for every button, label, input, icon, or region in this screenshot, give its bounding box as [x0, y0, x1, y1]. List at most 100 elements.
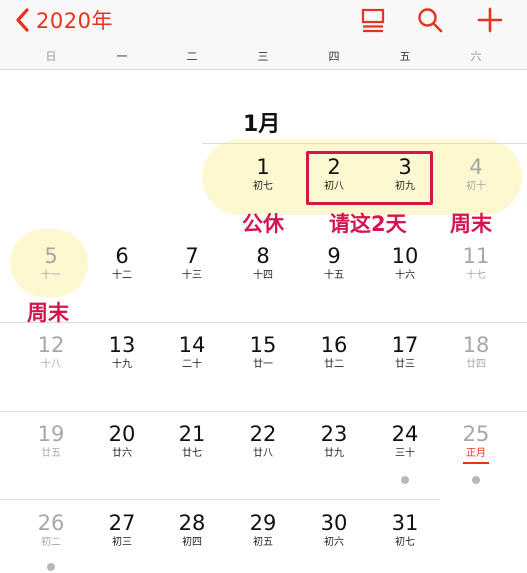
- day-number: 27: [108, 511, 136, 535]
- lunar-date: 十四: [253, 270, 273, 281]
- lunar-date: 廿五: [41, 448, 61, 459]
- lunar-date: 十二: [112, 270, 132, 281]
- lunar-date: 廿一: [253, 359, 273, 370]
- search-icon[interactable]: [416, 6, 444, 34]
- day-number: 18: [462, 333, 490, 357]
- day-cell-17[interactable]: 17 廿三: [377, 333, 433, 372]
- week-separator: [202, 143, 527, 144]
- day-number: 26: [37, 511, 65, 535]
- day-cell-27[interactable]: 27 初三: [94, 511, 150, 550]
- day-number: 9: [327, 244, 341, 268]
- day-cell-14[interactable]: 14 二十: [164, 333, 220, 372]
- day-number: 8: [256, 244, 270, 268]
- day-cell-13[interactable]: 13 十九: [94, 333, 150, 372]
- event-dot: [47, 563, 55, 571]
- day-cell-28[interactable]: 28 初四: [164, 511, 220, 550]
- lunar-date: 廿三: [395, 359, 415, 370]
- day-number: 15: [249, 333, 277, 357]
- day-number: 25: [462, 422, 490, 446]
- day-cell-30[interactable]: 30 初六: [306, 511, 362, 550]
- weekday-label: 六: [470, 50, 482, 63]
- note-weekend: 周末: [450, 212, 492, 236]
- day-number: 14: [178, 333, 206, 357]
- day-number: 21: [178, 422, 206, 446]
- lunar-date: 初八: [324, 181, 344, 192]
- back-to-year-button[interactable]: 2020年: [12, 6, 113, 34]
- lunar-date: 初七: [395, 537, 415, 548]
- holiday-underline: [463, 462, 489, 464]
- week-separator: [0, 411, 527, 412]
- day-number: 19: [37, 422, 65, 446]
- lunar-date: 廿七: [182, 448, 202, 459]
- day-cell-29[interactable]: 29 初五: [235, 511, 291, 550]
- day-number: 1: [256, 155, 270, 179]
- day-cell-25[interactable]: 25 正月: [448, 422, 504, 464]
- lunar-date: 初五: [253, 537, 273, 548]
- day-cell-22[interactable]: 22 廿八: [235, 422, 291, 461]
- lunar-date: 初九: [395, 181, 415, 192]
- day-cell-20[interactable]: 20 廿六: [94, 422, 150, 461]
- day-cell-5[interactable]: 5 十一: [23, 244, 79, 283]
- day-number: 22: [249, 422, 277, 446]
- lunar-date: 三十: [395, 448, 415, 459]
- calendar-header: 2020年 日 一 二 三 四 五 六: [0, 0, 527, 70]
- lunar-date: 初三: [112, 537, 132, 548]
- day-number: 16: [320, 333, 348, 357]
- day-number: 23: [320, 422, 348, 446]
- day-cell-15[interactable]: 15 廿一: [235, 333, 291, 372]
- back-chevron-icon: [16, 8, 29, 32]
- day-cell-21[interactable]: 21 廿七: [164, 422, 220, 461]
- lunar-date: 初四: [182, 537, 202, 548]
- day-number: 2: [327, 155, 341, 179]
- day-cell-11[interactable]: 11 十七: [448, 244, 504, 283]
- day-number: 17: [391, 333, 419, 357]
- day-cell-9[interactable]: 9 十五: [306, 244, 362, 283]
- day-number: 24: [391, 422, 419, 446]
- weekday-label: 一: [116, 50, 128, 63]
- lunar-date: 廿四: [466, 359, 486, 370]
- day-cell-31[interactable]: 31 初七: [377, 511, 433, 550]
- day-cell-3[interactable]: 3 初九: [377, 155, 433, 194]
- day-cell-10[interactable]: 10 十六: [377, 244, 433, 283]
- day-cell-26[interactable]: 26 初二: [23, 511, 79, 550]
- weekday-label: 五: [399, 50, 411, 63]
- day-number: 20: [108, 422, 136, 446]
- weekday-label: 四: [328, 50, 340, 63]
- day-cell-12[interactable]: 12 十八: [23, 333, 79, 372]
- lunar-date: 正月: [466, 448, 486, 459]
- day-cell-19[interactable]: 19 廿五: [23, 422, 79, 461]
- day-cell-6[interactable]: 6 十二: [94, 244, 150, 283]
- note-weekend: 周末: [27, 301, 69, 325]
- lunar-date: 十六: [395, 270, 415, 281]
- day-number: 4: [469, 155, 483, 179]
- day-number: 11: [462, 244, 490, 268]
- event-dot: [472, 476, 480, 484]
- day-number: 29: [249, 511, 277, 535]
- lunar-date: 廿六: [112, 448, 132, 459]
- note-take-leave: 请这2天: [329, 212, 407, 236]
- day-cell-1[interactable]: 1 初七: [235, 155, 291, 194]
- add-icon[interactable]: [476, 6, 504, 34]
- lunar-date: 十八: [41, 359, 61, 370]
- lunar-date: 初二: [41, 537, 61, 548]
- weekday-row: 日 一 二 三 四 五 六: [0, 48, 527, 66]
- lunar-date: 十九: [112, 359, 132, 370]
- weekday-label: 三: [257, 50, 269, 63]
- day-cell-8[interactable]: 8 十四: [235, 244, 291, 283]
- day-number: 31: [391, 511, 419, 535]
- day-cell-23[interactable]: 23 廿九: [306, 422, 362, 461]
- list-view-icon[interactable]: [359, 6, 387, 34]
- day-cell-24[interactable]: 24 三十: [377, 422, 433, 461]
- lunar-date: 廿八: [253, 448, 273, 459]
- day-cell-7[interactable]: 7 十三: [164, 244, 220, 283]
- lunar-date: 廿九: [324, 448, 344, 459]
- day-number: 7: [185, 244, 199, 268]
- day-cell-4[interactable]: 4 初十: [448, 155, 504, 194]
- day-number: 28: [178, 511, 206, 535]
- day-cell-18[interactable]: 18 廿四: [448, 333, 504, 372]
- day-cell-16[interactable]: 16 廿二: [306, 333, 362, 372]
- day-cell-2[interactable]: 2 初八: [306, 155, 362, 194]
- day-number: 13: [108, 333, 136, 357]
- event-dot: [401, 476, 409, 484]
- lunar-date: 廿二: [324, 359, 344, 370]
